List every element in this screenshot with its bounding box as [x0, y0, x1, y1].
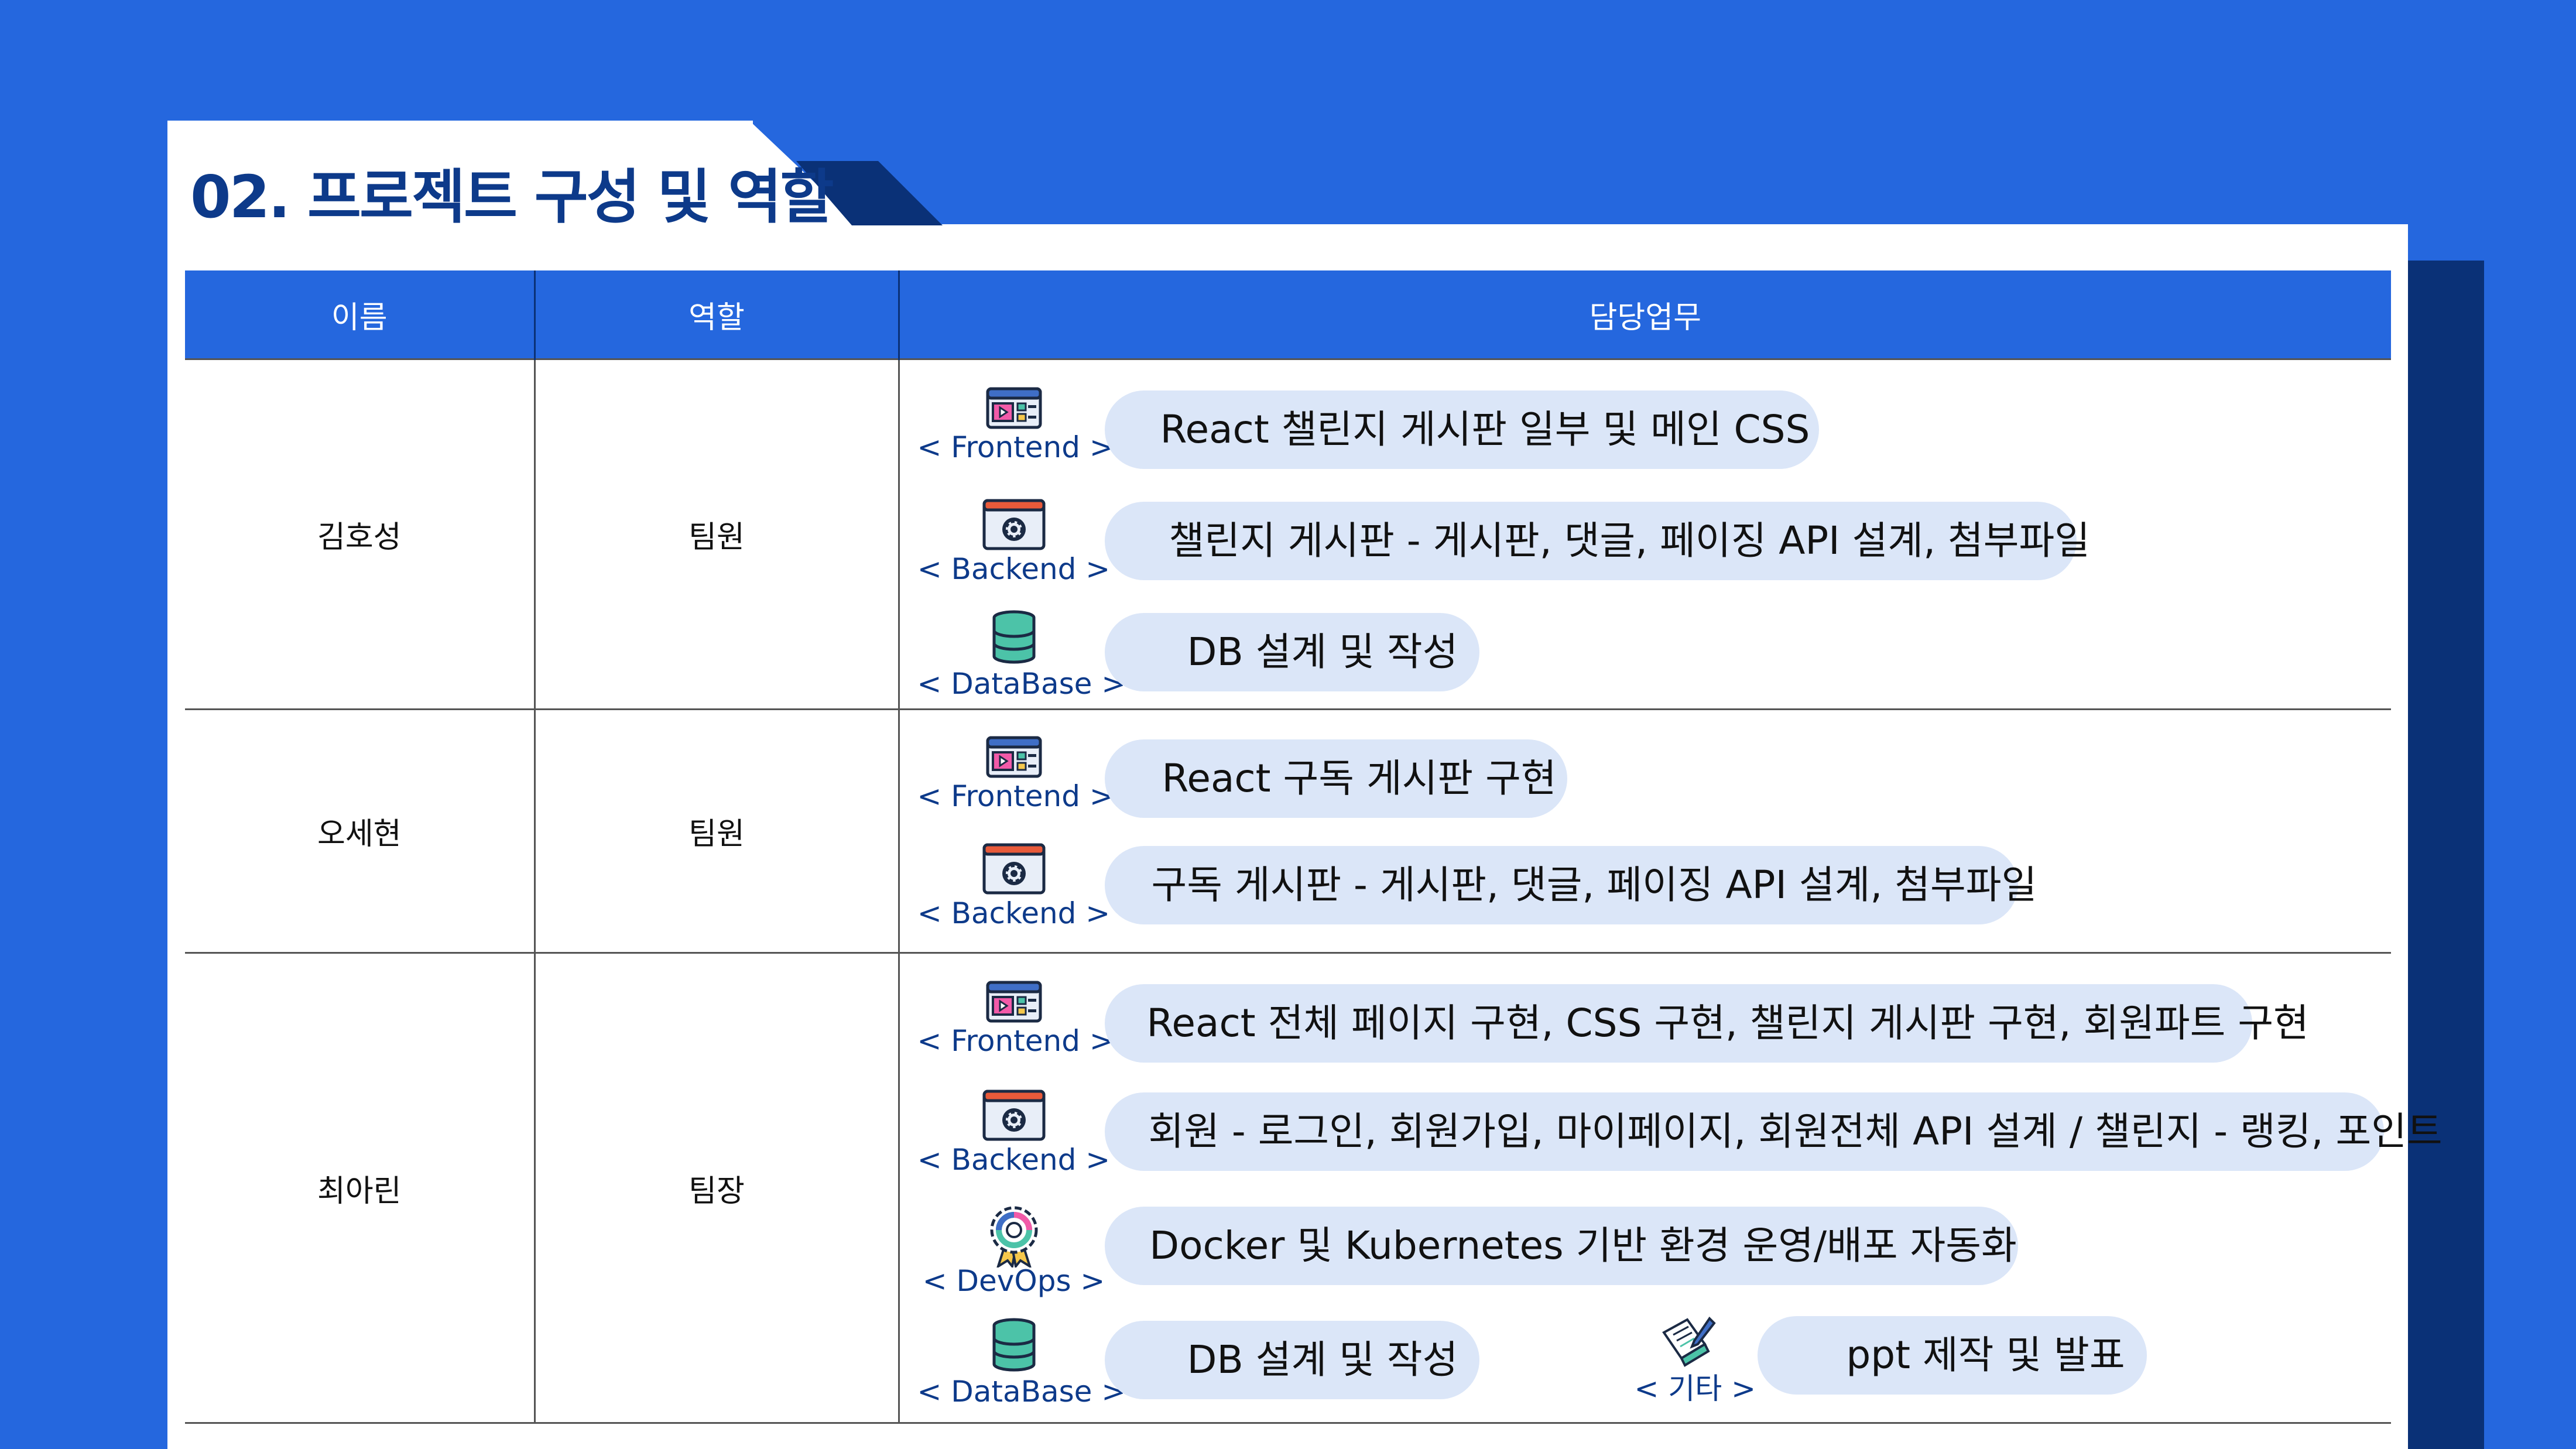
page-title: 02. 프로젝트 구성 및 역할 [190, 163, 834, 231]
task-item: < Backend > 구독 게시판 - 게시판, 댓글, 페이징 API 설계… [900, 839, 2392, 930]
table-header-row: 이름 역할 담당업무 [185, 270, 2391, 359]
roles-table: 이름 역할 담당업무 김호성 팀원 < Frontend > React 챌린지… [185, 270, 2443, 1424]
header-name: 이름 [185, 270, 535, 359]
table-row: 김호성 팀원 < Frontend > React 챌린지 게시판 일부 및 메… [185, 358, 2392, 710]
header-role: 역할 [533, 270, 899, 359]
task-item: < Frontend > React 구독 게시판 구현 [900, 732, 2392, 820]
category-label: < Frontend > [917, 1024, 1114, 1058]
task-item: < DevOps > Docker 및 Kubernetes 기반 환경 운영/… [900, 1200, 2392, 1298]
database-icon [992, 610, 1035, 664]
task-item: < Backend > 챌린지 게시판 - 게시판, 댓글, 페이징 API 설… [900, 495, 2392, 586]
task-item: < Frontend > React 챌린지 게시판 일부 및 메인 CSS [900, 383, 2392, 471]
task-cell: < Frontend > React 전체 페이지 구현, CSS 구현, 챌린… [898, 952, 2443, 1424]
category-label: < Backend > [917, 552, 1111, 586]
task-pill: ppt 제작 및 발표 [1757, 1316, 2147, 1395]
category-label: < DevOps > [922, 1264, 1105, 1298]
member-role: 팀원 [533, 708, 899, 953]
task-item: < Backend > 회원 - 로그인, 회원가입, 마이페이지, 회원전체 … [900, 1085, 2443, 1177]
category-label: < Backend > [917, 896, 1111, 930]
task-item: < Frontend > React 전체 페이지 구현, CSS 구현, 챌린… [900, 977, 2392, 1065]
task-pill: React 전체 페이지 구현, CSS 구현, 챌린지 게시판 구현, 회원파… [1104, 984, 2309, 1063]
table-row: 오세현 팀원 < Frontend > React 구독 게시판 구현 < Ba… [185, 708, 2392, 953]
backend-gear-window-icon [982, 499, 1045, 550]
backend-gear-window-icon [982, 843, 1045, 895]
frontend-window-icon [986, 387, 1042, 429]
document-pencil-icon [1662, 1316, 1716, 1367]
task-cell: < Frontend > React 구독 게시판 구현 < Backend >… [898, 708, 2392, 953]
header-tasks: 담당업무 [898, 270, 2391, 359]
task-pill: DB 설계 및 작성 [1104, 1321, 1479, 1399]
task-pill: 구독 게시판 - 게시판, 댓글, 페이징 API 설계, 첨부파일 [1104, 846, 2037, 924]
category-label: < Backend > [917, 1143, 1111, 1177]
devops-gear-badge-icon [990, 1206, 1037, 1268]
table-row: 최아린 팀장 < Frontend > React 전체 페이지 구현, CSS… [185, 952, 2443, 1424]
task-cell: < Frontend > React 챌린지 게시판 일부 및 메인 CSS <… [898, 358, 2392, 710]
backend-gear-window-icon [982, 1090, 1045, 1141]
category-label: < 기타 > [1634, 1372, 1756, 1406]
member-role: 팀장 [533, 952, 899, 1424]
task-item: < DataBase > DB 설계 및 작성 [900, 606, 2392, 701]
member-name: 오세현 [185, 708, 535, 953]
member-role: 팀원 [533, 358, 899, 710]
member-name: 최아린 [185, 952, 535, 1424]
member-name: 김호성 [185, 358, 535, 710]
panel-shadow-block [2400, 261, 2484, 1449]
frontend-window-icon [986, 736, 1042, 778]
task-pill: React 챌린지 게시판 일부 및 메인 CSS [1104, 390, 1819, 469]
task-pill: React 구독 게시판 구현 [1104, 739, 1567, 818]
category-label: < DataBase > [917, 1375, 1126, 1409]
task-item: < DataBase > DB 설계 및 작성 < 기타 > ppt 제작 및 … [900, 1314, 2392, 1409]
task-pill: 회원 - 로그인, 회원가입, 마이페이지, 회원전체 API 설계 / 챌린지… [1104, 1092, 2443, 1171]
frontend-window-icon [986, 981, 1042, 1023]
database-icon [992, 1318, 1035, 1372]
category-label: < DataBase > [917, 667, 1126, 701]
category-label: < Frontend > [917, 779, 1114, 813]
task-pill: Docker 및 Kubernetes 기반 환경 운영/배포 자동화 [1104, 1207, 2018, 1285]
task-pill: DB 설계 및 작성 [1104, 613, 1479, 691]
task-pill: 챌린지 게시판 - 게시판, 댓글, 페이징 API 설계, 첨부파일 [1104, 502, 2090, 580]
etc-task: < 기타 > [1635, 1314, 1756, 1406]
category-label: < Frontend > [917, 430, 1114, 464]
